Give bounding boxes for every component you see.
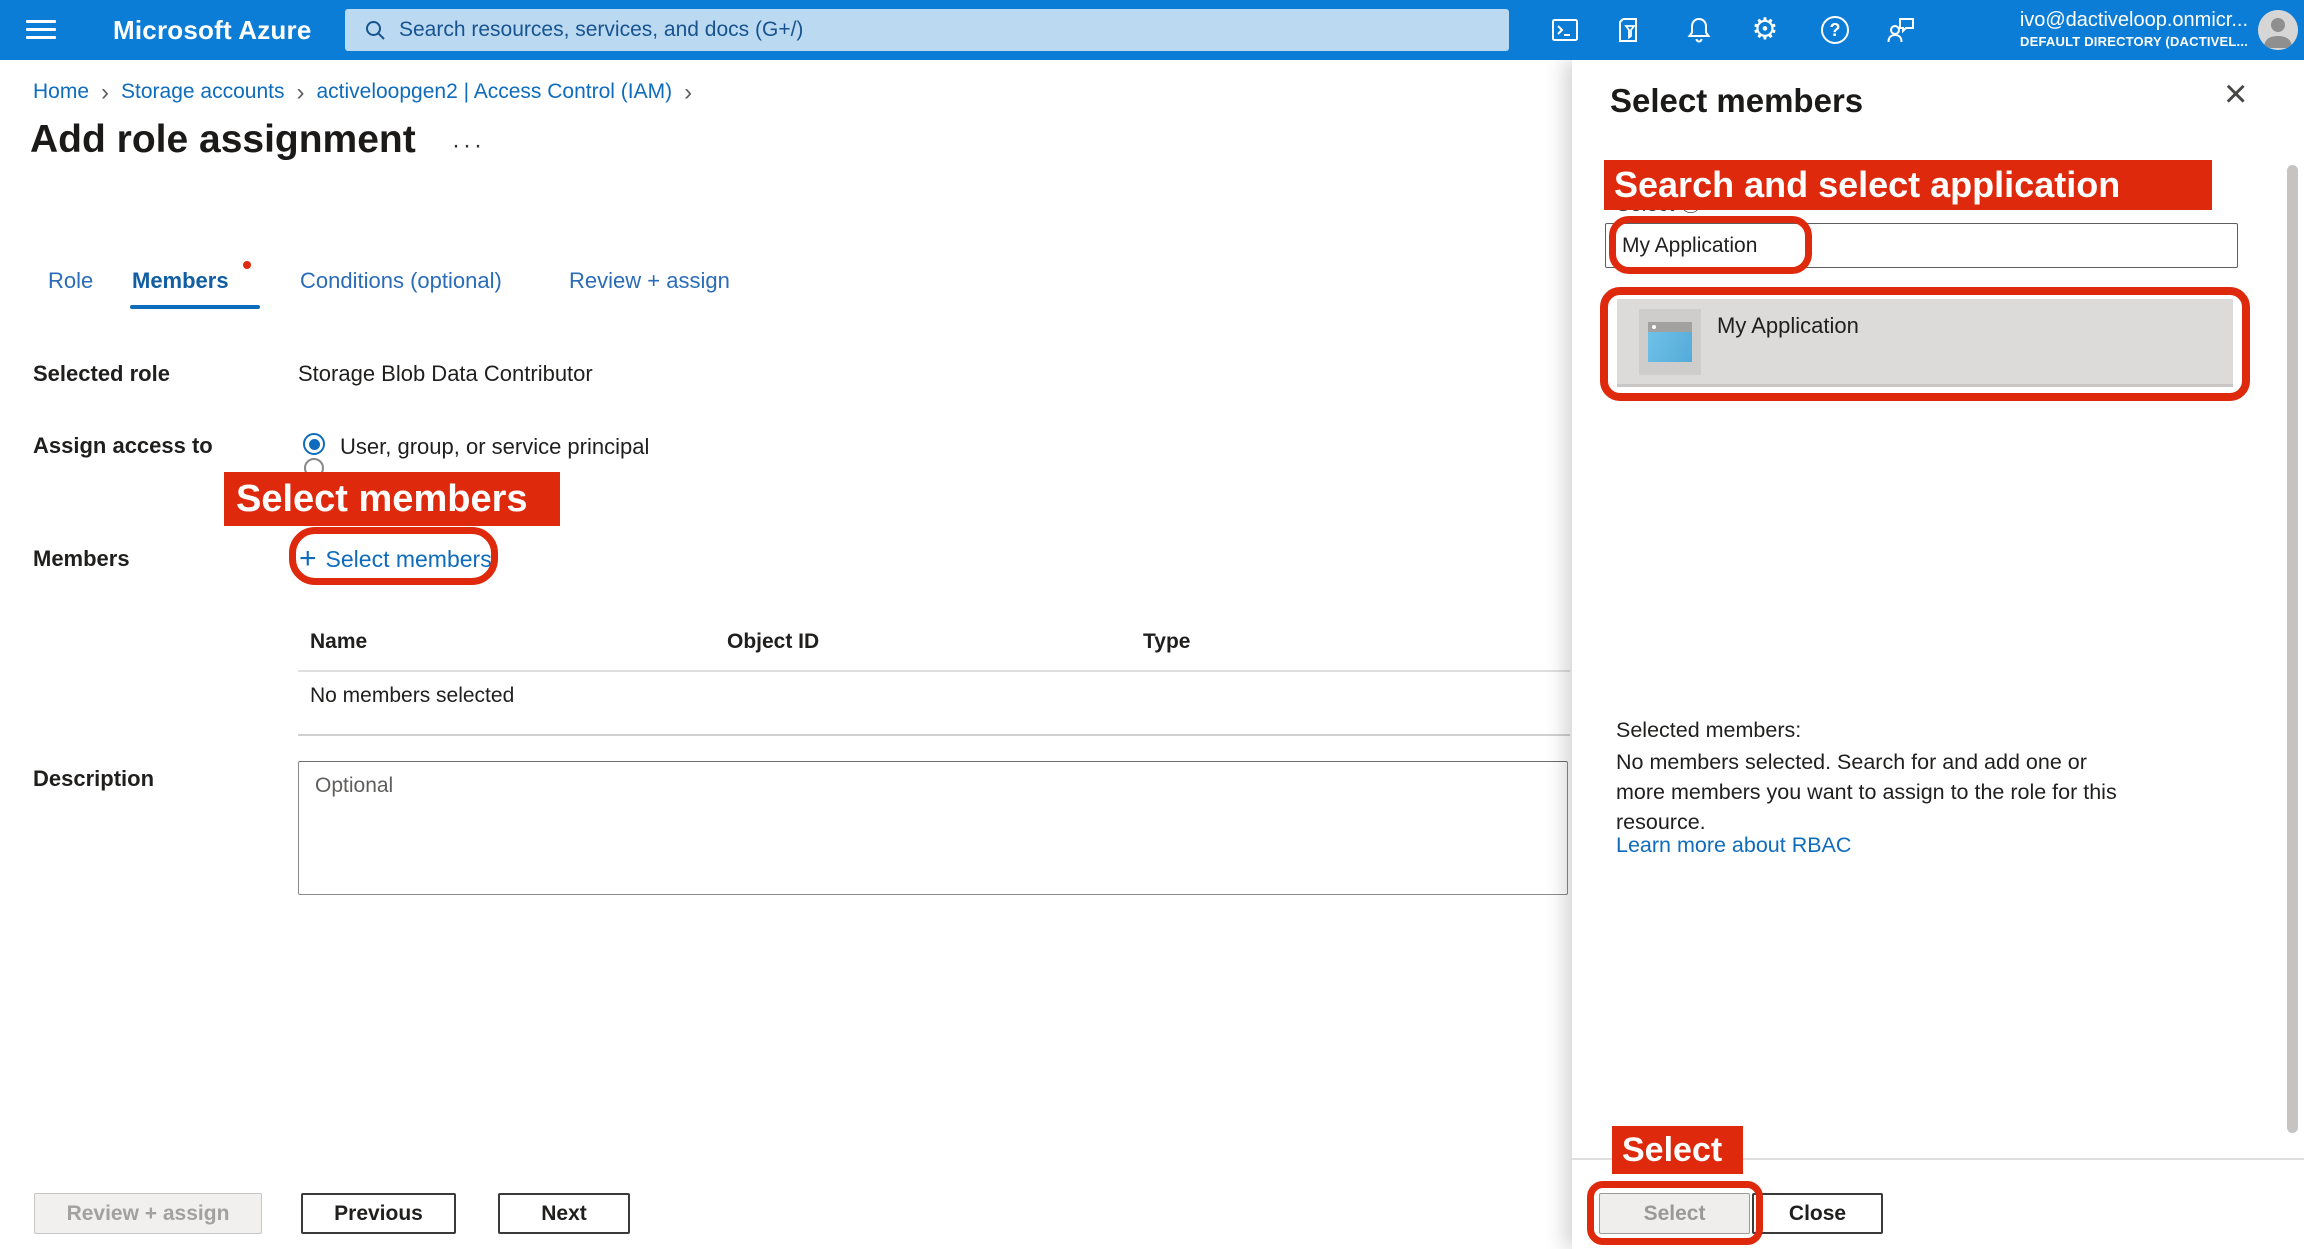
plus-icon: +: [299, 544, 317, 574]
result-name: My Application: [1717, 313, 1859, 339]
assign-access-label: Assign access to: [33, 433, 213, 459]
previous-button[interactable]: Previous: [301, 1193, 456, 1234]
hamburger-menu-icon[interactable]: [24, 15, 58, 45]
global-search-input[interactable]: [387, 9, 1509, 51]
panel-title: Select members: [1610, 82, 1863, 120]
active-tab-underline: [130, 305, 260, 309]
radio-user-group-service-principal[interactable]: [303, 433, 325, 455]
selected-members-help-text: No members selected. Search for and add …: [1616, 747, 2136, 837]
tab-members[interactable]: Members: [132, 268, 229, 294]
search-icon: [363, 18, 387, 42]
application-icon: [1639, 309, 1701, 375]
account-info[interactable]: ivo@dactiveloop.onmicr... DEFAULT DIRECT…: [2020, 8, 2248, 50]
annotation-select-members: Select members: [224, 472, 560, 526]
breadcrumb-separator: ›: [101, 82, 109, 103]
selected-role-value: Storage Blob Data Contributor: [298, 361, 593, 387]
next-button[interactable]: Next: [498, 1193, 630, 1234]
table-divider: [298, 670, 1570, 672]
member-search-input[interactable]: [1605, 223, 2238, 268]
description-label: Description: [33, 766, 154, 792]
directory-filter-icon[interactable]: [1613, 13, 1647, 47]
tab-review-assign[interactable]: Review + assign: [569, 268, 730, 294]
help-icon[interactable]: ?: [1818, 13, 1852, 47]
breadcrumb-storage-accounts[interactable]: Storage accounts: [121, 80, 284, 104]
feedback-icon[interactable]: [1884, 13, 1918, 47]
page-overflow-menu-icon[interactable]: ···: [452, 132, 485, 160]
learn-more-rbac-link[interactable]: Learn more about RBAC: [1616, 833, 1851, 858]
select-members-button[interactable]: + Select members: [299, 544, 492, 574]
global-search[interactable]: [345, 9, 1509, 51]
breadcrumb-separator: ›: [296, 82, 304, 103]
table-empty-text: No members selected: [310, 684, 514, 708]
review-assign-button[interactable]: Review + assign: [34, 1193, 262, 1234]
brand-title[interactable]: Microsoft Azure: [113, 0, 312, 60]
page-title: Add role assignment: [30, 118, 416, 162]
members-required-dot: [243, 261, 251, 269]
assign-access-option-label: User, group, or service principal: [340, 434, 649, 460]
breadcrumb-access-control[interactable]: activeloopgen2 | Access Control (IAM): [316, 80, 672, 104]
top-bar: Microsoft Azure: [0, 0, 2304, 60]
avatar[interactable]: [2258, 10, 2298, 50]
description-textarea[interactable]: [298, 761, 1568, 895]
tab-role[interactable]: Role: [48, 268, 93, 294]
account-name: ivo@dactiveloop.onmicr...: [2020, 8, 2248, 33]
panel-select-button[interactable]: Select: [1599, 1193, 1750, 1234]
members-label: Members: [33, 546, 130, 572]
vertical-scrollbar[interactable]: [2287, 165, 2298, 1133]
table-header-type: Type: [1143, 630, 1190, 654]
panel-close-button[interactable]: Close: [1752, 1193, 1883, 1234]
selected-role-label: Selected role: [33, 361, 170, 387]
search-result-my-application[interactable]: My Application: [1617, 299, 2233, 387]
table-header-object-id: Object ID: [727, 630, 819, 654]
selected-members-label: Selected members:: [1616, 718, 1801, 743]
cloud-shell-icon[interactable]: [1548, 13, 1582, 47]
breadcrumb: Home › Storage accounts › activeloopgen2…: [33, 80, 692, 104]
tab-conditions[interactable]: Conditions (optional): [300, 268, 502, 294]
account-directory: DEFAULT DIRECTORY (DACTIVEL...: [2020, 33, 2248, 50]
notifications-icon[interactable]: [1682, 13, 1716, 47]
select-members-panel: Select members × Select ⓘ My Application…: [1572, 60, 2304, 1249]
annotation-select: Select: [1612, 1126, 1743, 1174]
annotation-search-select-application: Search and select application: [1604, 160, 2212, 210]
table-divider: [298, 734, 1570, 736]
azure-portal-page: Microsoft Azure: [0, 0, 2304, 1249]
close-icon[interactable]: ×: [2224, 74, 2247, 114]
table-header-name: Name: [310, 630, 367, 654]
settings-icon[interactable]: ⚙: [1748, 13, 1782, 47]
breadcrumb-home[interactable]: Home: [33, 80, 89, 104]
breadcrumb-separator: ›: [684, 82, 692, 103]
